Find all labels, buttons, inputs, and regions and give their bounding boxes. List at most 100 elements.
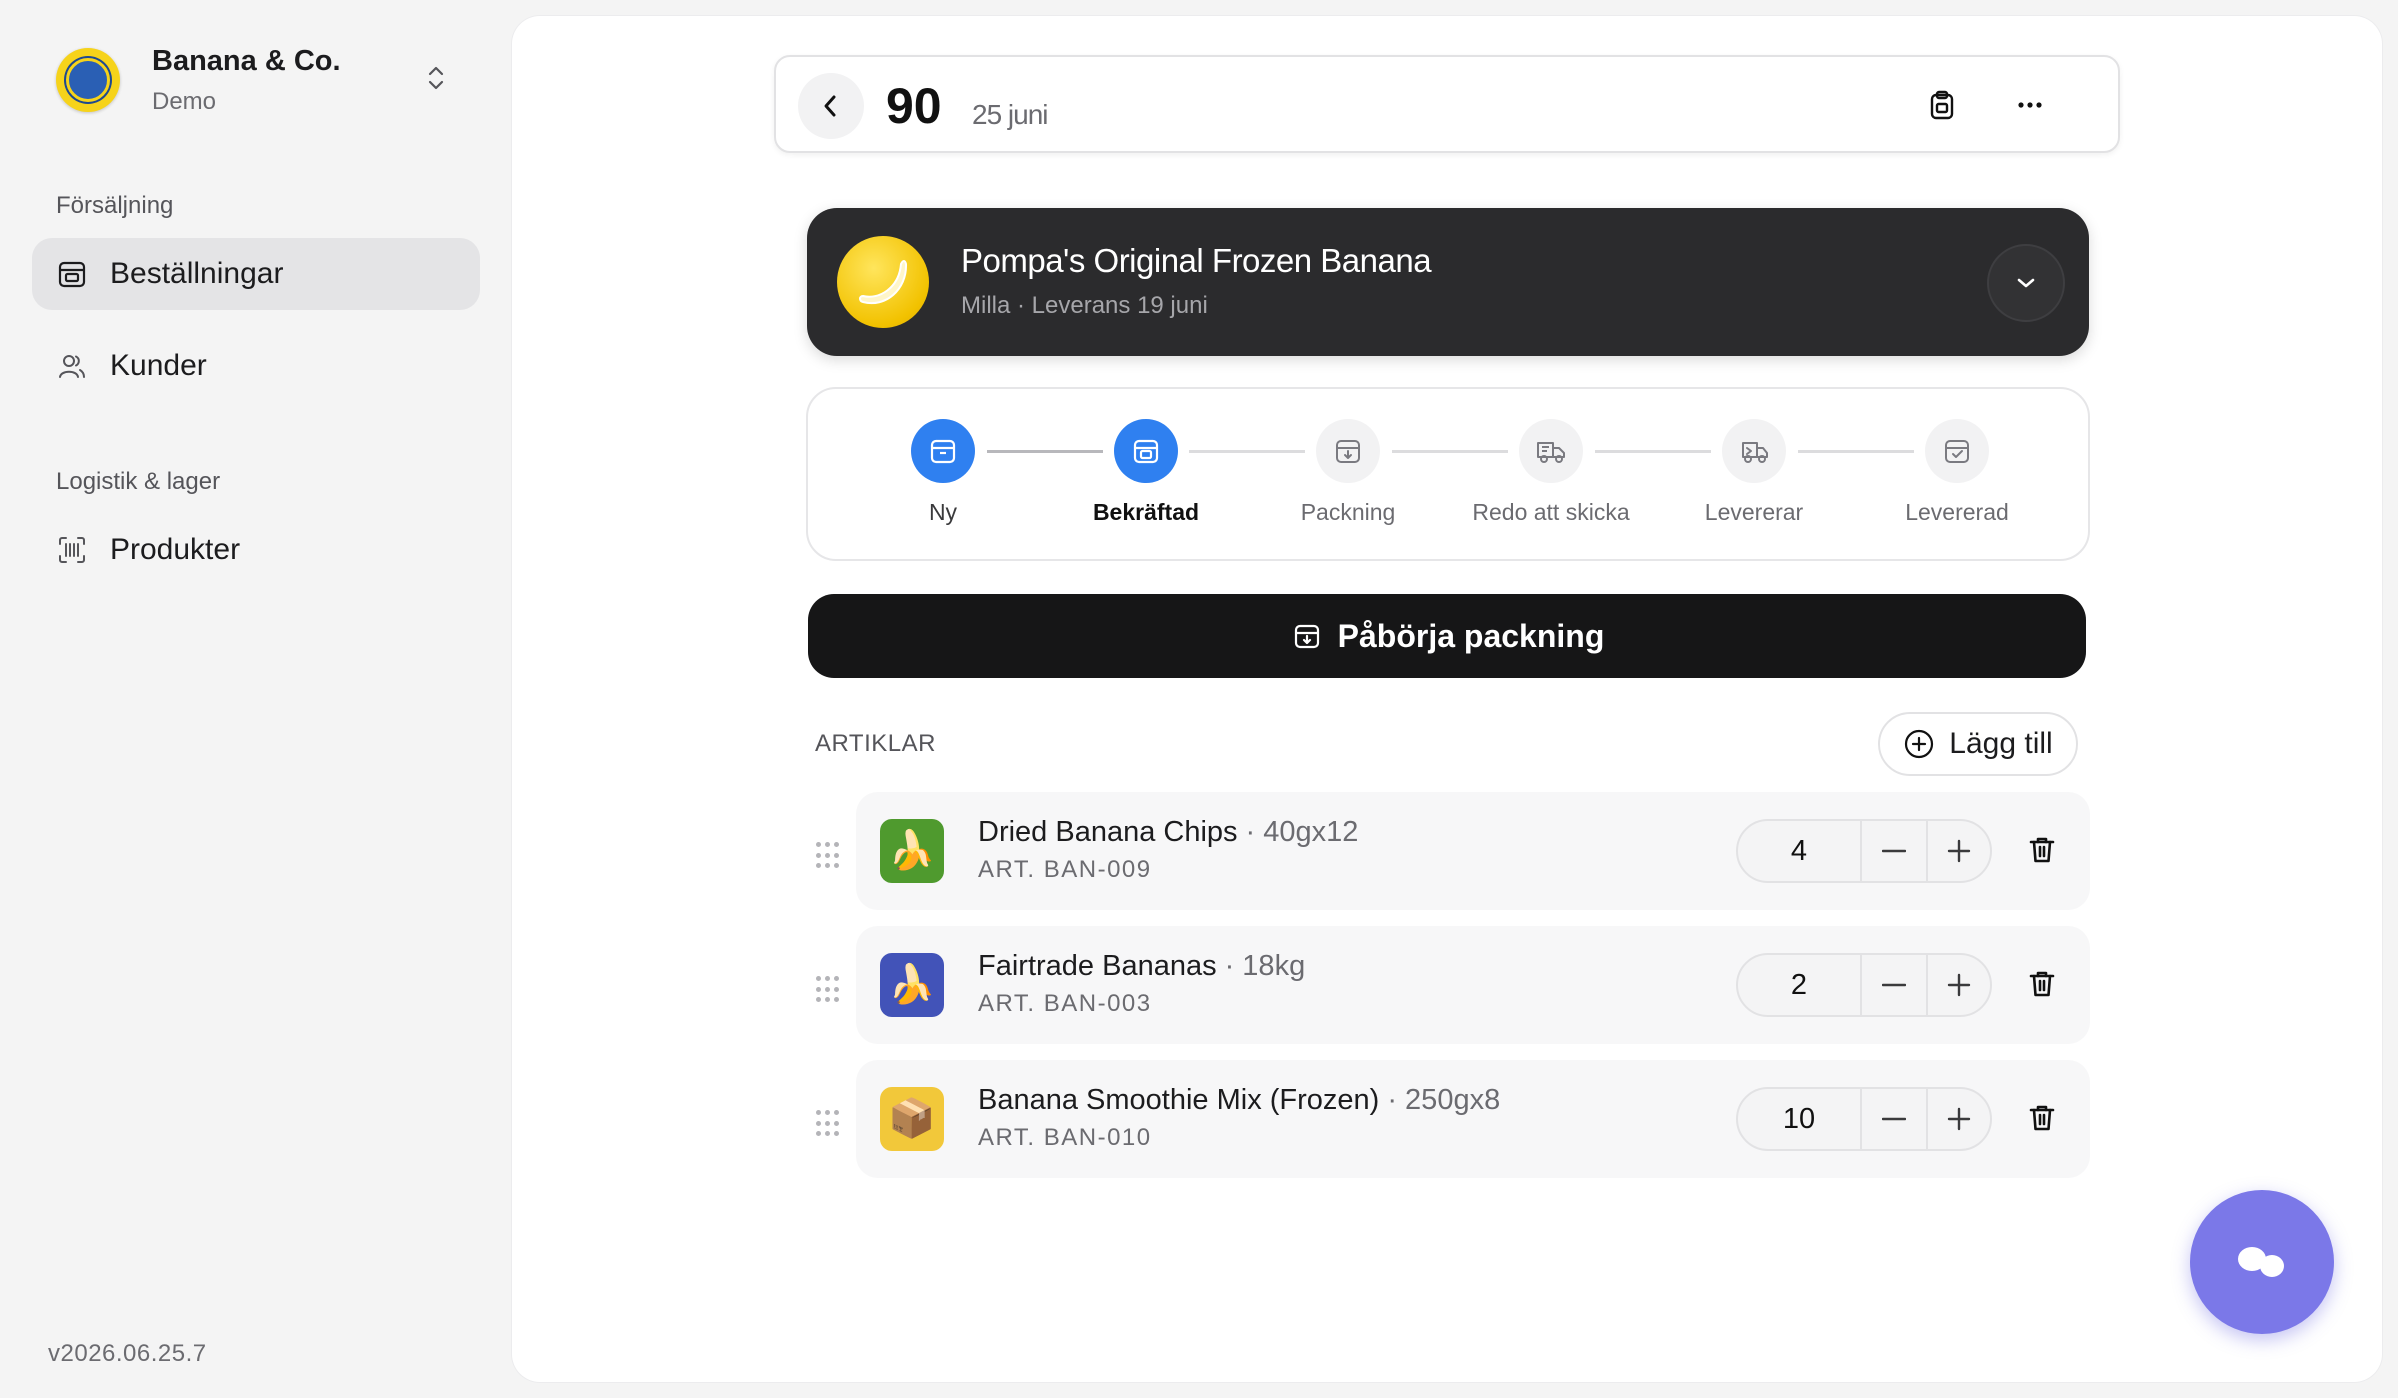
app-version: v2026.06.25.7 [48, 1340, 207, 1367]
orders-icon [56, 258, 88, 290]
add-article-label: Lägg till [1949, 727, 2053, 760]
box-download-icon [1316, 419, 1380, 483]
plus-circle-icon [1903, 727, 1937, 761]
sidebar: Banana & Co. Demo Försäljning Beställnin… [0, 0, 512, 1398]
back-button[interactable] [798, 73, 864, 139]
increment-button[interactable] [1926, 955, 1990, 1015]
product-name: Banana Smoothie Mix (Frozen) [978, 1084, 1380, 1116]
step-delivering[interactable]: Levererar [1654, 419, 1854, 526]
step-label: Levererar [1704, 499, 1804, 525]
delete-button[interactable] [2022, 964, 2062, 1004]
more-horizontal-icon [2018, 102, 2042, 108]
product-sku: ART. BAN-010 [978, 1124, 1152, 1151]
step-label: Levererad [1905, 499, 2009, 525]
step-ready-to-ship[interactable]: Redo att skicka [1451, 419, 1651, 526]
users-icon [56, 350, 88, 382]
drag-handle[interactable] [816, 842, 840, 870]
step-label: Redo att skicka [1472, 499, 1630, 525]
drag-handle[interactable] [816, 976, 840, 1004]
quantity-input[interactable]: 10 [1738, 1089, 1862, 1149]
product-thumbnail: 🍌 [880, 953, 944, 1017]
quantity-input[interactable]: 2 [1738, 955, 1862, 1015]
section-label-logistics: Logistik & lager [56, 468, 221, 495]
delete-button[interactable] [2022, 830, 2062, 870]
quantity-stepper: 2 [1736, 953, 1992, 1017]
step-delivered[interactable]: Levererad [1857, 419, 2057, 526]
main-panel: 90 25 juni Pompa's Original Frozen Banan… [512, 16, 2382, 1382]
decrement-button[interactable] [1862, 1089, 1926, 1149]
customer-title: Pompa's Original Frozen Banana [961, 242, 1432, 279]
increment-button[interactable] [1926, 1089, 1990, 1149]
chevron-left-icon [824, 95, 836, 117]
truck-fast-icon [1722, 419, 1786, 483]
brand-name: Banana & Co. [152, 44, 341, 77]
step-confirmed[interactable]: Bekräftad [1046, 419, 1246, 526]
box-download-icon [1290, 619, 1324, 653]
plus-icon [1947, 839, 1971, 863]
plus-icon [1947, 973, 1971, 997]
workspace-switcher[interactable]: Banana & Co. Demo [56, 40, 456, 120]
box-done-icon [1925, 419, 1989, 483]
quantity-stepper: 4 [1736, 819, 1992, 883]
sidebar-item-label: Produkter [110, 533, 241, 566]
drag-handle[interactable] [816, 1110, 840, 1138]
chat-assistant-button[interactable] [2190, 1190, 2334, 1334]
chevron-down-icon [2017, 278, 2035, 288]
box-icon [911, 419, 975, 483]
product-thumbnail-glyph: 📦 [888, 1098, 936, 1140]
product-sku: ART. BAN-003 [978, 990, 1152, 1017]
customer-avatar [837, 236, 929, 328]
box-check-icon [1114, 419, 1178, 483]
sidebar-item-label: Beställningar [110, 257, 284, 290]
chevron-up-down-icon[interactable] [416, 58, 456, 98]
product-pack-size: · 40gx12 [1245, 816, 1359, 848]
trash-icon [2029, 971, 2055, 997]
customer-subtitle: Milla · Leverans 19 juni [961, 292, 1208, 319]
trash-icon [2029, 837, 2055, 863]
step-packing[interactable]: Packning [1248, 419, 1448, 526]
product-thumbnail: 🍌 [880, 819, 944, 883]
product-name: Fairtrade Bananas [978, 950, 1217, 982]
banana-icon [859, 260, 908, 305]
order-status-stepper: Ny Bekräftad Packning Redo att skicka Le… [806, 387, 2090, 561]
clipboard-button[interactable] [1920, 83, 1964, 127]
product-thumbnail-glyph: 🍌 [888, 830, 936, 872]
more-options-button[interactable] [2008, 83, 2052, 127]
plus-icon [1947, 1107, 1971, 1131]
list-item: 📦 Banana Smoothie Mix (Frozen) · 250gx8 A… [856, 1060, 2090, 1178]
step-label: Packning [1300, 499, 1396, 525]
chat-bubbles-icon [2238, 1247, 2284, 1277]
section-label-sales: Försäljning [56, 192, 174, 219]
delete-button[interactable] [2022, 1098, 2062, 1138]
cta-label: Påbörja packning [1337, 617, 1605, 654]
step-label: Ny [928, 499, 958, 525]
order-header: 90 25 juni [774, 55, 2120, 153]
sidebar-item-customers[interactable]: Kunder [32, 330, 480, 402]
barcode-icon [56, 534, 88, 566]
sidebar-item-label: Kunder [110, 349, 207, 382]
product-name: Dried Banana Chips [978, 816, 1238, 848]
minus-icon [1882, 849, 1906, 853]
truck-loading-icon [1519, 419, 1583, 483]
expand-button[interactable] [1987, 244, 2065, 322]
product-thumbnail-glyph: 🍌 [888, 964, 936, 1006]
decrement-button[interactable] [1862, 955, 1926, 1015]
quantity-input[interactable]: 4 [1738, 821, 1862, 881]
customer-card: Pompa's Original Frozen Banana Milla · L… [807, 208, 2089, 356]
increment-button[interactable] [1926, 821, 1990, 881]
sidebar-item-orders[interactable]: Beställningar [32, 238, 480, 310]
decrement-button[interactable] [1862, 821, 1926, 881]
trash-icon [2029, 1105, 2055, 1131]
sidebar-item-products[interactable]: Produkter [32, 514, 480, 586]
minus-icon [1882, 1117, 1906, 1121]
product-sku: ART. BAN-009 [978, 856, 1152, 883]
list-item: 🍌 Fairtrade Bananas · 18kg ART. BAN-003 2 [856, 926, 2090, 1044]
step-new[interactable]: Ny [843, 419, 1043, 526]
brand-logo [56, 48, 120, 112]
start-packing-button[interactable]: Påbörja packning [808, 594, 2086, 678]
order-date: 25 juni [972, 99, 1049, 130]
brand-subtitle: Demo [152, 87, 217, 115]
product-pack-size: · 250gx8 [1387, 1084, 1501, 1116]
list-item: 🍌 Dried Banana Chips · 40gx12 ART. BAN-00… [856, 792, 2090, 910]
add-article-button[interactable]: Lägg till [1878, 712, 2078, 776]
